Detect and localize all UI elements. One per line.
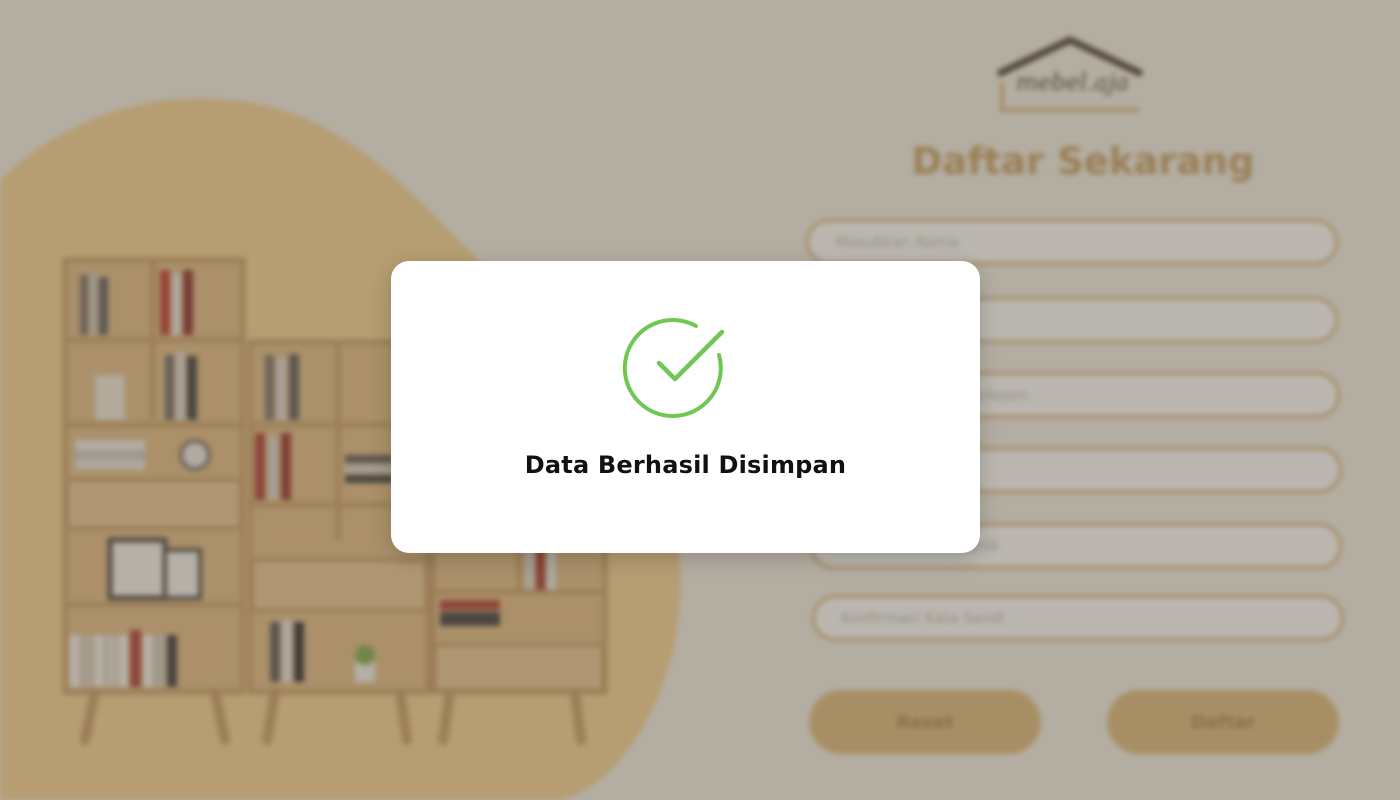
success-dialog: Data Berhasil Disimpan xyxy=(391,261,980,553)
success-message: Data Berhasil Disimpan xyxy=(524,451,847,479)
check-circle-icon xyxy=(622,318,725,418)
